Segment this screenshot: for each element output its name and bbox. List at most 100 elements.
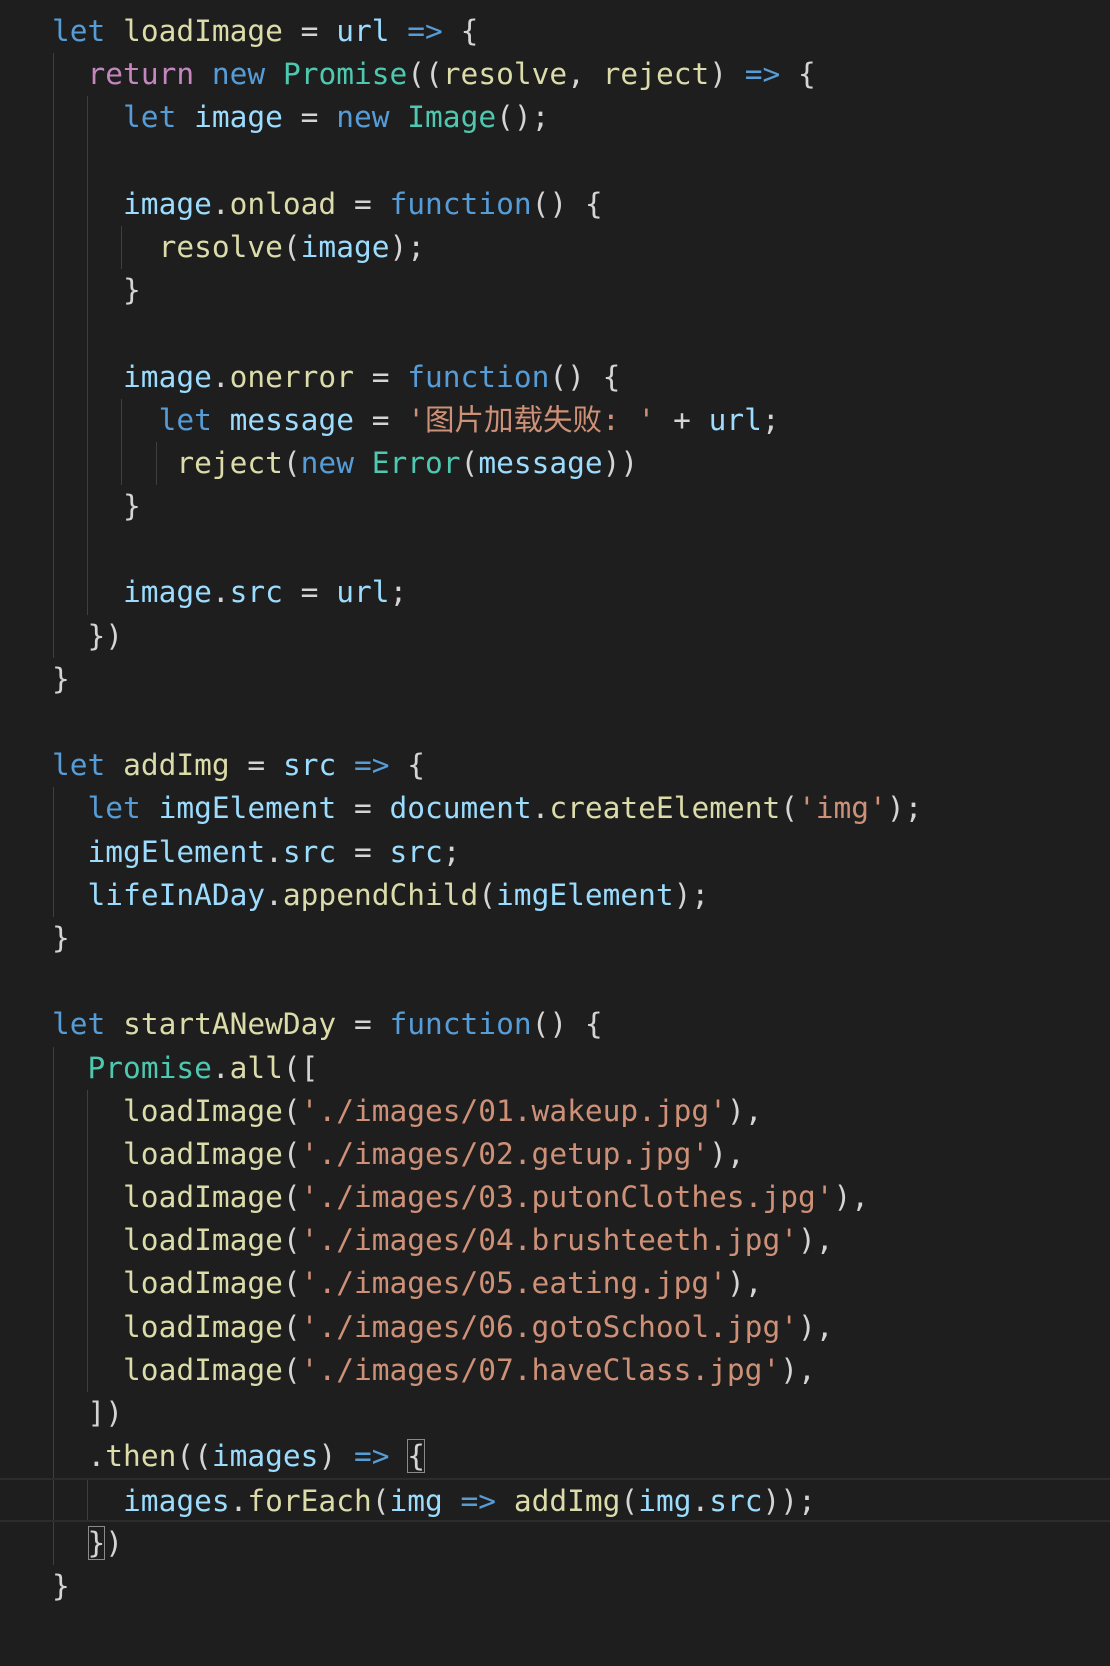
- code-line[interactable]: .then((images) => {: [0, 1435, 1110, 1479]
- code-token: ): [105, 1525, 124, 1560]
- code-token: url: [336, 575, 390, 610]
- code-token: './images/05.eating.jpg': [300, 1266, 727, 1301]
- code-token: './images/06.gotoSchool.jpg': [300, 1309, 798, 1344]
- code-line[interactable]: images.forEach(img => addImg(img.src));: [0, 1478, 1110, 1522]
- code-token: ),: [797, 1309, 834, 1344]
- code-line[interactable]: image.src = url;: [0, 571, 1110, 615]
- code-token: message: [478, 445, 603, 480]
- code-line-text: }): [52, 615, 124, 658]
- code-token: function: [407, 359, 550, 394]
- code-token: imgElement: [496, 877, 674, 912]
- code-line[interactable]: [0, 960, 1110, 1003]
- code-token: src: [389, 834, 443, 869]
- code-line[interactable]: image.onload = function() {: [0, 182, 1110, 226]
- code-token: =: [353, 402, 408, 437]
- code-token: (: [282, 1093, 301, 1128]
- code-token: loadImage: [123, 1352, 283, 1387]
- code-line[interactable]: Promise.all([: [0, 1046, 1110, 1090]
- code-editor[interactable]: let loadImage = url => { return new Prom…: [0, 0, 1110, 1666]
- code-line[interactable]: [0, 139, 1110, 183]
- code-line[interactable]: loadImage('./images/03.putonClothes.jpg'…: [0, 1176, 1110, 1220]
- code-line-text: }: [52, 1565, 70, 1608]
- code-token: new: [211, 57, 266, 92]
- code-line[interactable]: reject(new Error(message)): [0, 441, 1110, 486]
- code-line[interactable]: loadImage('./images/05.eating.jpg'),: [0, 1262, 1110, 1306]
- code-token: ;: [389, 575, 408, 610]
- code-token: message: [229, 402, 354, 437]
- code-token: }: [52, 1568, 70, 1603]
- code-token: images: [123, 1484, 230, 1519]
- code-token: ),: [797, 1223, 834, 1258]
- code-line[interactable]: [0, 701, 1110, 744]
- code-token: .: [531, 791, 550, 826]
- code-token: ),: [726, 1093, 763, 1128]
- code-line[interactable]: imgElement.src = src;: [0, 830, 1110, 874]
- code-token: all: [229, 1050, 283, 1085]
- code-line[interactable]: let image = new Image();: [0, 96, 1110, 140]
- code-line[interactable]: let imgElement = document.createElement(…: [0, 787, 1110, 831]
- matched-bracket: }: [87, 1525, 106, 1560]
- code-token: src: [282, 748, 337, 783]
- code-line-text: loadImage('./images/05.eating.jpg'),: [52, 1262, 762, 1305]
- code-token: }: [52, 489, 141, 524]
- code-token: }): [52, 618, 124, 653]
- code-line[interactable]: loadImage('./images/07.haveClass.jpg'),: [0, 1348, 1110, 1392]
- code-token: image: [300, 229, 390, 264]
- code-token: lifeInADay: [87, 877, 266, 912]
- code-line[interactable]: [0, 528, 1110, 572]
- code-token: addImg: [123, 748, 230, 783]
- code-line[interactable]: loadImage('./images/01.wakeup.jpg'),: [0, 1089, 1110, 1133]
- code-line-text: let startANewDay = function() {: [52, 1003, 603, 1046]
- code-line[interactable]: return new Promise((resolve, reject) => …: [0, 53, 1110, 97]
- code-token: ): [318, 1439, 354, 1474]
- code-line[interactable]: loadImage('./images/04.brushteeth.jpg'),: [0, 1219, 1110, 1263]
- code-line-text: loadImage('./images/02.getup.jpg'),: [52, 1133, 745, 1176]
- code-token: );: [389, 229, 426, 264]
- code-token: Image: [407, 100, 497, 135]
- code-line-text: }: [52, 269, 141, 312]
- code-line[interactable]: lifeInADay.appendChild(imgElement);: [0, 873, 1110, 917]
- code-token: image: [194, 100, 283, 135]
- code-line[interactable]: resolve(image);: [0, 225, 1110, 270]
- code-line[interactable]: }): [0, 1521, 1110, 1565]
- code-token: image: [123, 359, 212, 394]
- code-line[interactable]: ]): [0, 1392, 1110, 1436]
- code-token: (: [282, 445, 301, 480]
- code-token: (: [282, 1136, 301, 1171]
- code-token: return: [87, 57, 195, 92]
- code-line[interactable]: loadImage('./images/02.getup.jpg'),: [0, 1132, 1110, 1177]
- code-line[interactable]: let loadImage = url => {: [0, 10, 1110, 53]
- code-area[interactable]: let loadImage = url => { return new Prom…: [0, 10, 1110, 1608]
- code-token: let: [158, 402, 212, 437]
- code-line[interactable]: }: [0, 917, 1110, 960]
- code-line[interactable]: let startANewDay = function() {: [0, 1003, 1110, 1046]
- code-line-text: lifeInADay.appendChild(imgElement);: [52, 874, 710, 917]
- code-line[interactable]: }: [0, 658, 1110, 701]
- code-line[interactable]: image.onerror = function() {: [0, 355, 1110, 399]
- code-line[interactable]: loadImage('./images/06.gotoSchool.jpg'),: [0, 1305, 1110, 1349]
- code-line[interactable]: }: [0, 269, 1110, 313]
- code-line[interactable]: let message = '图片加载失败: ' + url;: [0, 398, 1110, 442]
- code-line[interactable]: }: [0, 1565, 1110, 1608]
- code-token: (: [478, 877, 497, 912]
- code-line[interactable]: let addImg = src => {: [0, 744, 1110, 787]
- code-token: './images/03.putonClothes.jpg': [300, 1180, 834, 1215]
- code-token: loadImage: [123, 1223, 283, 1258]
- code-line[interactable]: }): [0, 614, 1110, 658]
- code-token: function: [389, 1007, 532, 1042]
- code-line[interactable]: }: [0, 485, 1110, 529]
- code-token: function: [389, 186, 532, 221]
- code-token: (: [282, 1223, 301, 1258]
- code-line[interactable]: [0, 312, 1110, 356]
